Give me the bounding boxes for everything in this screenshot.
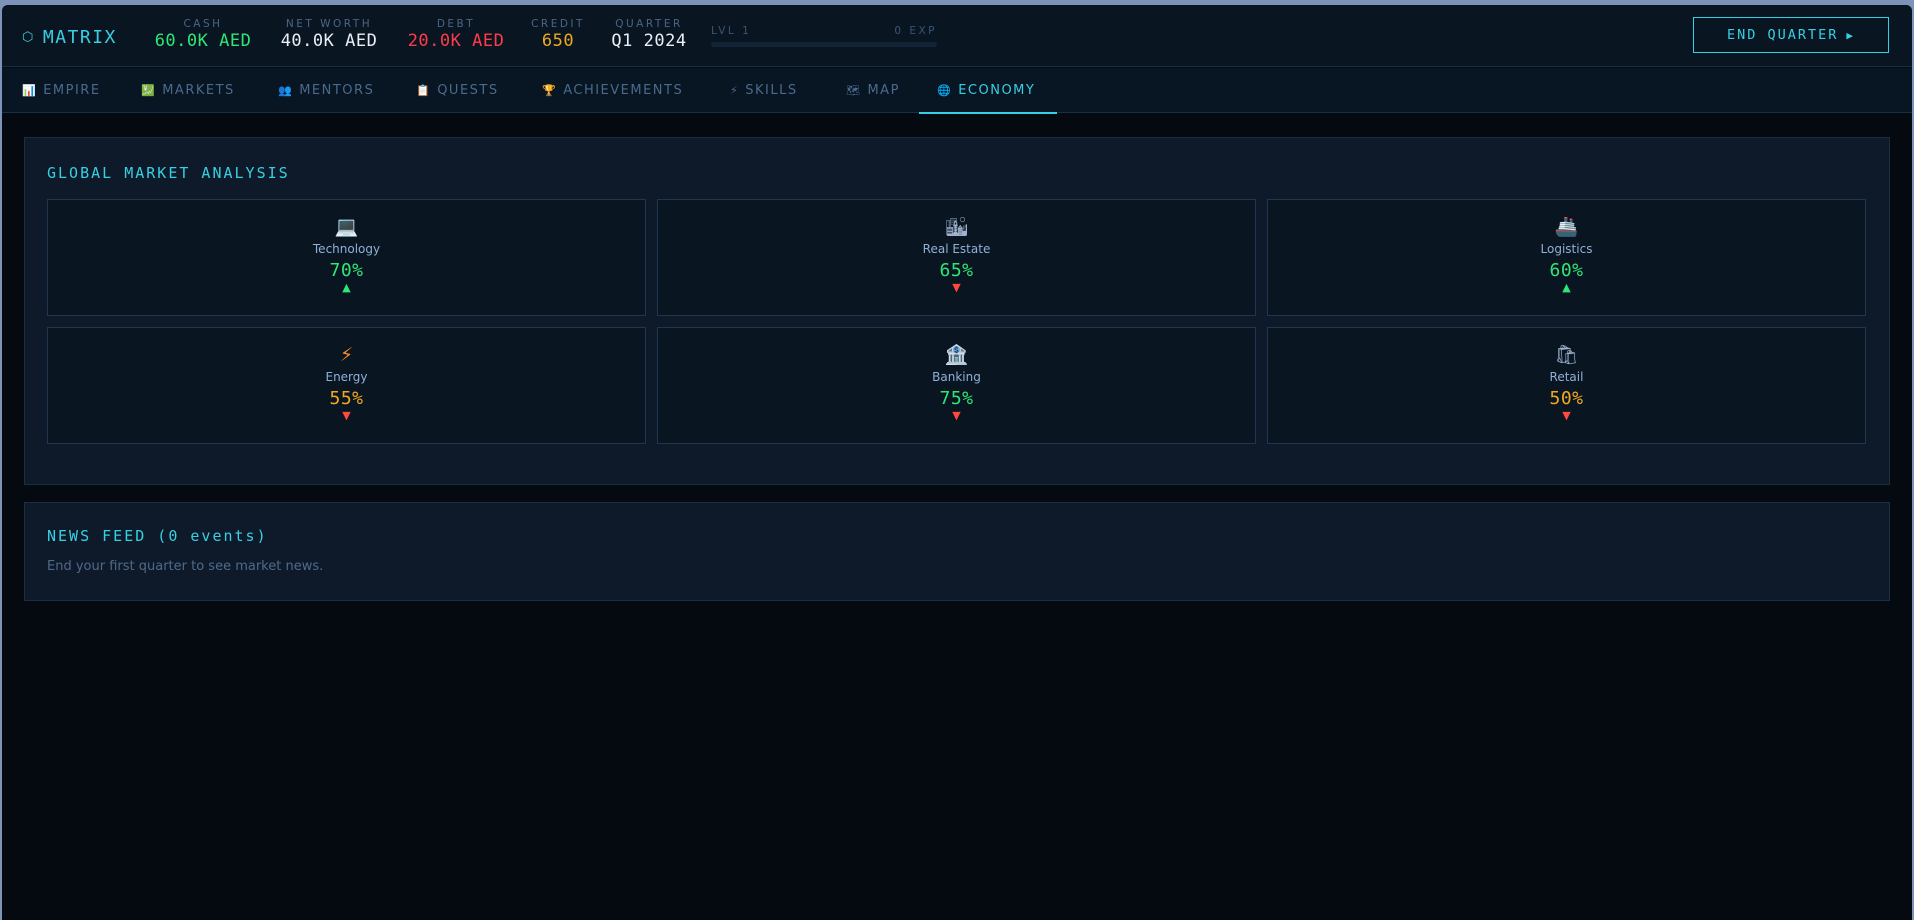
sector-value: 60% (1549, 260, 1584, 281)
cityscape-icon: 🏙 (944, 216, 969, 238)
tab-skills[interactable]: ⚡ SKILLS (726, 68, 802, 113)
sector-value: 75% (939, 388, 974, 409)
sector-card-energy: ⚡ Energy 55% ▼ (47, 327, 646, 444)
sector-card-logistics: 🚢 Logistics 60% ▲ (1267, 199, 1866, 316)
globe-icon: 🌐 (937, 84, 953, 97)
sector-card-banking: 🏦 Banking 75% ▼ (657, 327, 1256, 444)
chart-icon: 📊 (22, 84, 38, 97)
sector-name: Banking (932, 370, 981, 384)
people-icon: 👥 (278, 84, 294, 97)
tab-achievements[interactable]: 🏆 ACHIEVEMENTS (538, 68, 687, 113)
cash-stat: CASH 60.0K AED (150, 18, 256, 51)
tab-empire[interactable]: 📊 EMPIRE (18, 68, 105, 113)
top-bar: ⬡ MATRIX CASH 60.0K AED NET WORTH 40.0K … (2, 5, 1912, 67)
tab-label: QUESTS (437, 83, 499, 98)
sector-card-real-estate: 🏙 Real Estate 65% ▼ (657, 199, 1256, 316)
news-empty-message: End your first quarter to see market new… (47, 559, 324, 574)
exp-label: 0 EXP (894, 25, 937, 37)
level-progress: LVL 1 0 EXP (711, 25, 937, 47)
end-quarter-button[interactable]: END QUARTER ▶ (1693, 17, 1889, 53)
sector-name: Logistics (1540, 242, 1593, 256)
sector-name: Technology (312, 242, 381, 256)
tab-label: MARKETS (162, 83, 235, 98)
tab-economy[interactable]: 🌐 ECONOMY (919, 68, 1057, 114)
laptop-icon: 💻 (334, 216, 359, 238)
clipboard-icon: 📋 (416, 84, 432, 97)
quarter-label: QUARTER (615, 18, 683, 30)
hexagon-icon: ⬡ (22, 30, 35, 45)
lightning-icon: ⚡ (339, 344, 354, 366)
tab-label: ECONOMY (958, 83, 1036, 98)
cash-value: 60.0K AED (154, 31, 252, 51)
end-quarter-label: END QUARTER (1726, 27, 1839, 43)
quarter-value: Q1 2024 (611, 31, 687, 51)
quarter-stat: QUARTER Q1 2024 (606, 18, 692, 51)
tab-bar: 📊 EMPIRE 💹 MARKETS 👥 MENTORS 📋 QUESTS 🏆 … (2, 68, 1912, 114)
sector-card-retail: 🛍 Retail 50% ▼ (1267, 327, 1866, 444)
lightning-icon: ⚡ (730, 84, 740, 97)
sector-value: 55% (329, 388, 364, 409)
credit-stat: CREDIT 650 (527, 18, 589, 51)
trend-down-icon: ▼ (952, 409, 961, 422)
tab-label: MENTORS (299, 83, 375, 98)
level-label: LVL 1 (711, 25, 752, 37)
news-feed-panel: NEWS FEED (0 events) End your first quar… (24, 502, 1890, 601)
map-icon: 🗺 (846, 84, 862, 97)
sector-name: Energy (325, 370, 368, 384)
cash-label: CASH (183, 18, 223, 30)
credit-label: CREDIT (531, 18, 585, 30)
debt-label: DEBT (436, 18, 476, 30)
trend-down-icon: ▼ (342, 409, 351, 422)
tab-markets[interactable]: 💹 MARKETS (137, 68, 239, 113)
sector-name: Retail (1549, 370, 1584, 384)
logo: ⬡ MATRIX (22, 27, 117, 48)
sector-value: 50% (1549, 388, 1584, 409)
market-chart-icon: 💹 (141, 84, 157, 97)
trend-up-icon: ▲ (342, 281, 351, 294)
net-worth-value: 40.0K AED (280, 31, 378, 51)
logo-text: MATRIX (42, 27, 117, 48)
debt-stat: DEBT 20.0K AED (402, 18, 510, 51)
tab-quests[interactable]: 📋 QUESTS (412, 68, 503, 113)
shopping-bags-icon: 🛍 (1554, 344, 1579, 366)
market-analysis-panel: GLOBAL MARKET ANALYSIS 💻 Technology 70% … (24, 137, 1890, 485)
trophy-icon: 🏆 (542, 84, 558, 97)
debt-value: 20.0K AED (407, 31, 505, 51)
sector-value: 65% (939, 260, 974, 281)
tab-mentors[interactable]: 👥 MENTORS (274, 68, 378, 113)
tab-label: EMPIRE (43, 83, 101, 98)
sector-card-technology: 💻 Technology 70% ▲ (47, 199, 646, 316)
credit-value: 650 (541, 31, 575, 51)
sector-value: 70% (329, 260, 364, 281)
trend-down-icon: ▼ (1562, 409, 1571, 422)
panel-title: GLOBAL MARKET ANALYSIS (47, 164, 290, 182)
tab-label: ACHIEVEMENTS (563, 83, 684, 98)
ship-icon: 🚢 (1554, 216, 1579, 238)
tab-map[interactable]: 🗺 MAP (842, 68, 904, 113)
tab-label: MAP (867, 83, 900, 98)
play-icon: ▶ (1846, 28, 1856, 42)
trend-up-icon: ▲ (1562, 281, 1571, 294)
bank-icon: 🏦 (944, 344, 969, 366)
net-worth-label: NET WORTH (285, 18, 373, 30)
exp-bar (711, 42, 937, 47)
net-worth-stat: NET WORTH 40.0K AED (276, 18, 382, 51)
trend-down-icon: ▼ (952, 281, 961, 294)
app-window: ⬡ MATRIX CASH 60.0K AED NET WORTH 40.0K … (2, 5, 1912, 920)
sector-name: Real Estate (922, 242, 991, 256)
tab-label: SKILLS (745, 83, 798, 98)
news-feed-title: NEWS FEED (0 events) (47, 527, 268, 545)
